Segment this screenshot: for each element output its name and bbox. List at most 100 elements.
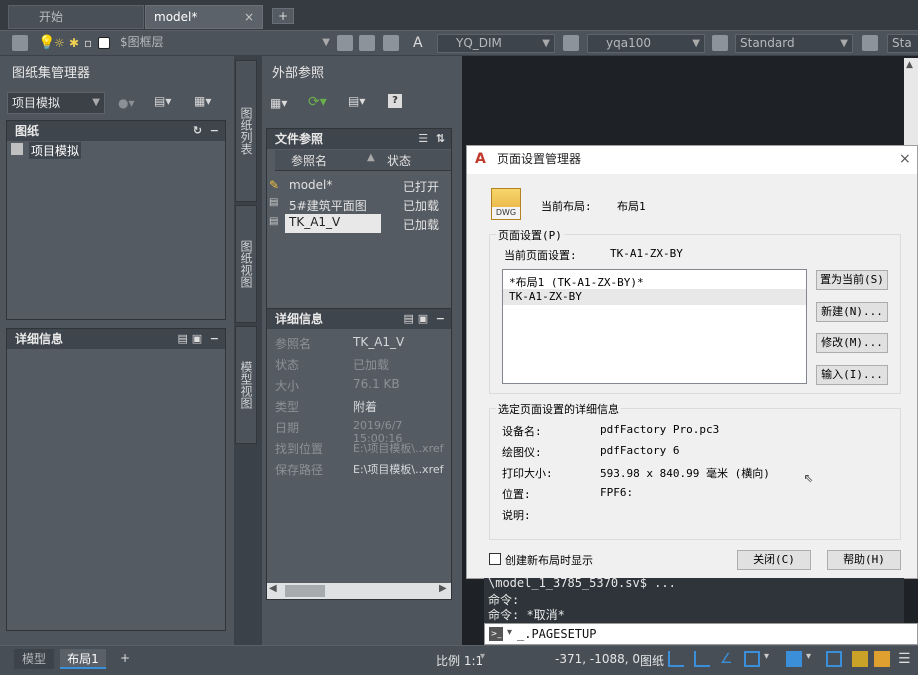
scale-combo[interactable]: 比例 1:1 [436, 652, 483, 669]
ortho-icon[interactable] [694, 651, 710, 667]
xref-row-name: 5#建筑平面图 [289, 199, 367, 213]
xref-row[interactable]: ▤ TK_A1_V 已加载 [267, 214, 451, 234]
chevron-down-icon[interactable]: ▾ [806, 651, 811, 662]
show-on-create-label: 创建新布局时显示 [505, 554, 593, 567]
prop-value[interactable]: 附着 [353, 398, 377, 415]
annotation-icon[interactable] [826, 651, 842, 667]
command-input[interactable]: >_ ▾ _.PAGESETUP [484, 623, 918, 645]
detail-label: 绘图仪: [502, 446, 542, 459]
close-icon[interactable]: × [899, 146, 911, 173]
sheet-selection-icon[interactable]: ▦▾ [194, 94, 211, 108]
list-item[interactable]: *布局1 (TK-A1-ZX-BY)* [509, 274, 644, 290]
table-style-icon[interactable] [712, 35, 728, 51]
close-icon[interactable]: × [244, 6, 254, 28]
scroll-thumb[interactable] [285, 585, 325, 597]
modify-button[interactable]: 修改(M)... [816, 333, 888, 353]
prop-value: 76.1 KB [353, 377, 400, 391]
sun-icon[interactable]: ☼ [54, 35, 66, 51]
lightbulb-icon[interactable]: 💡 [38, 35, 55, 51]
color-swatch-icon[interactable] [98, 37, 110, 49]
layer-state-icon[interactable] [337, 35, 353, 51]
horizontal-scrollbar[interactable]: ◀ ▶ [267, 583, 451, 599]
layer-manager-icon[interactable] [12, 35, 28, 51]
attach-dwg-icon[interactable]: ▦▾ [270, 96, 287, 110]
chevron-down-icon[interactable]: ▾ [764, 651, 769, 662]
chevron-down-icon[interactable]: ▾ [480, 651, 485, 662]
xref-row-name: model* [289, 178, 333, 192]
list-view-icon[interactable]: ☰ ⇅ [418, 129, 445, 149]
preview-icon[interactable]: ▤ ▣ − [178, 329, 220, 349]
tab-sheet-views[interactable]: 图纸视图 [235, 205, 257, 323]
menu-icon[interactable]: ☰ [898, 651, 914, 667]
scroll-right-icon[interactable]: ▶ [439, 583, 447, 594]
pagesetup-list[interactable]: *布局1 (TK-A1-ZX-BY)* TK-A1-ZX-BY [502, 269, 807, 384]
xref-row[interactable]: ▤ 5#建筑平面图 已加载 [267, 195, 451, 215]
tab-model-space[interactable]: 模型 [14, 649, 54, 669]
text-style-icon[interactable]: A [413, 35, 429, 51]
sheetset-palette: 图纸集管理器 项目模拟 ▼ ●▾ ▤▾ ▦▾ 图纸 ↻ − 项目模拟 详细信息 ▤ ▣… [0, 56, 262, 646]
tab-start[interactable]: 开始 [8, 5, 144, 29]
file-refs-header: 文件参照 ☰ ⇅ [267, 129, 451, 149]
chevron-down-icon: ▼ [840, 38, 848, 49]
new-tab-button[interactable]: + [272, 8, 294, 24]
layer-previous-icon[interactable] [359, 35, 375, 51]
tree-item-project[interactable]: 项目模拟 [29, 142, 82, 159]
layer-combo[interactable]: $图框层 ▼ [116, 34, 334, 53]
sort-icon[interactable]: ▲ [367, 152, 375, 163]
scroll-left-icon[interactable]: ◀ [269, 583, 277, 594]
osnap-icon[interactable] [744, 651, 760, 667]
change-path-icon[interactable]: ▤▾ [348, 94, 365, 108]
set-current-button[interactable]: 置为当前(S) [816, 270, 888, 290]
freeze-icon[interactable]: ✱ [69, 35, 81, 51]
command-prompt-icon[interactable]: >_ [489, 627, 503, 641]
tab-model-views[interactable]: 模型视图 [235, 326, 257, 444]
import-button[interactable]: 输入(I)... [816, 365, 888, 385]
help-button[interactable]: 帮助(H) [827, 550, 901, 570]
drawing-icon: ✎ [269, 178, 280, 192]
workspace-icon[interactable] [786, 651, 802, 667]
layer-match-icon[interactable] [383, 35, 399, 51]
dimstyle-value: YQ_DIM [456, 36, 502, 50]
current-layout-label: 当前布局: [541, 200, 592, 213]
close-button[interactable]: 关闭(C) [737, 550, 811, 570]
layer-combo-value: $图框层 [120, 35, 164, 49]
lock-icon[interactable]: ▫ [84, 35, 96, 51]
chevron-down-icon: ▼ [692, 38, 700, 49]
new-layout-button[interactable]: + [116, 649, 134, 667]
sheetset-dropdown[interactable]: 项目模拟 ▼ [7, 92, 105, 114]
chevron-down-icon[interactable]: ▾ [507, 627, 512, 638]
tablestyle-combo[interactable]: Standard ▼ [735, 34, 853, 53]
dimension-style-icon[interactable] [563, 35, 579, 51]
show-on-create-checkbox[interactable] [489, 553, 501, 565]
command-input-text[interactable]: _.PAGESETUP [517, 627, 596, 641]
detail-value: FPF6: [600, 486, 634, 499]
polar-icon[interactable]: ∠ [720, 651, 736, 667]
publish-icon[interactable]: ▤▾ [154, 94, 171, 108]
tab-model[interactable]: model* × [145, 5, 263, 29]
dimstyle-combo[interactable]: YQ_DIM ▼ [437, 34, 555, 53]
paper-space-toggle[interactable]: 图纸 [640, 652, 664, 669]
tab-layout1[interactable]: 布局1 [60, 649, 106, 669]
refresh-icon[interactable]: ↻ − [193, 121, 219, 141]
prop-value[interactable]: E:\项目模板\..xref [353, 461, 449, 477]
isolate-icon[interactable] [874, 651, 890, 667]
refresh-all-icon[interactable]: ⟳▾ [308, 94, 327, 110]
xref-row[interactable]: ✎ model* 已打开 [267, 176, 451, 196]
record-icon[interactable]: ●▾ [118, 96, 135, 110]
prop-value[interactable]: TK_A1_V [353, 335, 404, 349]
scroll-up-icon[interactable]: ▲ [906, 60, 913, 70]
textstyle-combo[interactable]: Sta [887, 34, 918, 53]
new-button[interactable]: 新建(N)... [816, 302, 888, 322]
preview-icon[interactable]: ▤ ▣ − [404, 309, 446, 329]
list-item[interactable]: TK-A1-ZX-BY [503, 289, 806, 305]
multileader-value: yqa100 [606, 36, 651, 50]
mleader-style-icon[interactable] [862, 35, 878, 51]
multileader-combo[interactable]: yqa100 ▼ [587, 34, 705, 53]
col-status[interactable]: 状态 [387, 152, 411, 169]
grid-icon[interactable] [668, 651, 684, 667]
pagesetup-group: 页面设置(P) 当前页面设置: TK-A1-ZX-BY *布局1 (TK-A1-… [489, 227, 901, 394]
help-icon[interactable]: ? [388, 94, 402, 108]
lock-ui-icon[interactable] [852, 651, 868, 667]
tab-sheet-list[interactable]: 图纸列表 [235, 60, 257, 202]
col-refname[interactable]: 参照名 [291, 152, 327, 169]
